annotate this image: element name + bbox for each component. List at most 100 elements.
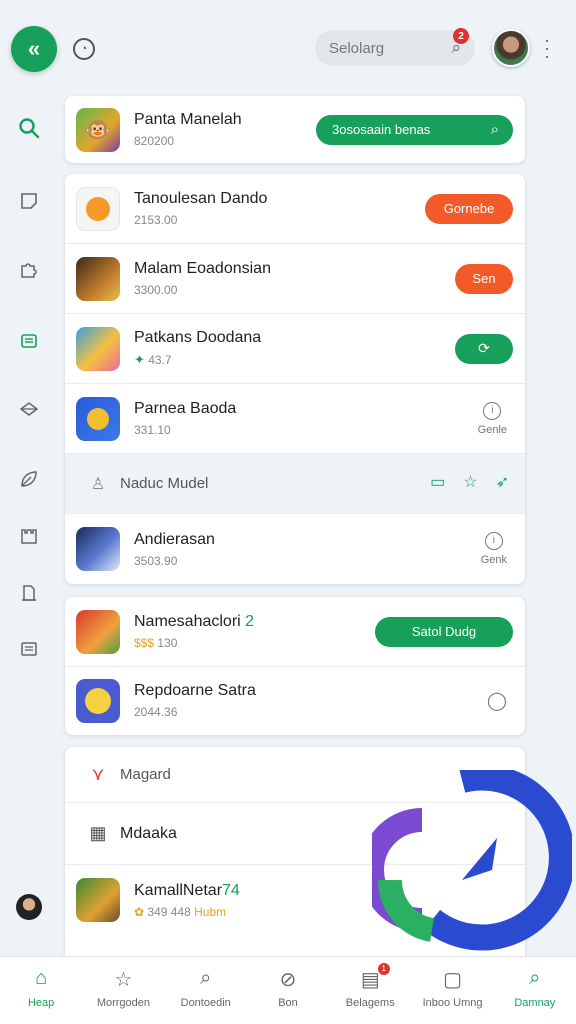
user-avatar[interactable] [492, 29, 530, 67]
app-list-card: Tanoulesan Dando 2153.00 Gornebe Malam E… [65, 174, 525, 584]
chevron-icon: ⋎ [91, 764, 105, 784]
back-button[interactable]: « [11, 26, 57, 72]
app-badge: 74 [222, 881, 240, 899]
install-button[interactable]: Gornebe [425, 193, 513, 224]
app-subtitle: 43.7 [148, 353, 172, 367]
featured-apps-card: Namesahaclori 2 $$$ 130 Satol Dudg Repdo… [65, 597, 525, 735]
app-subtitle: 2153.00 [134, 213, 178, 227]
app-tag: Hubm [194, 904, 227, 919]
nav-inbox[interactable]: ▤ 1 Belagems [329, 957, 411, 1024]
app-badge: 2 [245, 613, 255, 630]
open-button[interactable]: ⟳ [455, 333, 513, 364]
search-icon: ⌕ [200, 967, 212, 989]
folder-icon: ▢ [443, 969, 462, 991]
building-icon: ▦ [89, 823, 107, 843]
info-icon: i [483, 401, 502, 420]
profile-avatar[interactable] [16, 894, 42, 920]
compass-icon: ⊘ [279, 969, 297, 991]
app-name: Patkans Doodana [134, 329, 262, 346]
send-icon[interactable]: ➶ [496, 472, 509, 492]
search-bar[interactable]: Selolarg ⌕ 2 [315, 28, 475, 66]
app-icon [76, 609, 120, 654]
app-name: Repdoarne Satra [134, 682, 256, 699]
nav-games[interactable]: ☆ Morrgoden [82, 957, 164, 1024]
left-rail [0, 96, 60, 956]
search-apps-button[interactable]: 3ososaain benas ⌕ [316, 114, 513, 145]
row-label: Magard [120, 766, 171, 783]
list-icon[interactable] [17, 637, 41, 661]
search-icon[interactable] [17, 116, 41, 140]
nav-label: Dontoedin [180, 997, 231, 1009]
nav-label: Heap [27, 997, 55, 1009]
shopping-bag-icon[interactable] [17, 328, 41, 352]
install-button[interactable]: Satol Dudg [375, 616, 513, 647]
home-icon: ⌂ [35, 967, 48, 989]
search-icon: ⌕ [529, 967, 541, 989]
list-item[interactable]: Malam Eoadonsian 3300.00 Sen [65, 244, 525, 314]
search-icon[interactable]: ⌕ 2 [451, 28, 469, 58]
list-item[interactable]: Parnea Baoda 331.10 i Genle [65, 384, 525, 454]
open-icon: ⟳ [478, 340, 490, 356]
list-item[interactable]: Tanoulesan Dando 2153.00 Gornebe [65, 174, 525, 244]
inbox-icon: ▤ 1 [361, 963, 390, 993]
nav-label: Bon [278, 997, 298, 1009]
nav-label: Damnay [514, 997, 556, 1009]
app-icon [76, 678, 120, 723]
app-name: KamallNetar [134, 881, 223, 899]
chat-bubble-icon: ◔ [80, 43, 88, 55]
nav-discover[interactable]: ⌕ Damnay [494, 957, 576, 1024]
brand-logo-art [372, 770, 572, 951]
nav-label: Inboo Umng [422, 997, 483, 1009]
puzzle-icon[interactable] [17, 258, 41, 282]
app-icon [76, 878, 120, 922]
app-subtitle: 331.10 [134, 423, 171, 437]
app-icon [76, 256, 120, 301]
monitor-icon[interactable]: ▭ [430, 472, 445, 492]
bottom-nav: ⌂ Heap ☆ Morrgoden ⌕ Dontoedin ⊘ Bon ▤ 1 … [0, 956, 576, 1024]
info-action[interactable]: i Genk [481, 532, 507, 566]
app-icon: 🐵 [76, 107, 120, 152]
get-button[interactable]: Sen [455, 263, 513, 294]
nav-home[interactable]: ⌂ Heap [0, 957, 82, 1024]
row-label: Mdaaka [120, 824, 177, 842]
app-subtitle: 3503.90 [134, 553, 178, 568]
chat-button[interactable]: ◔ [73, 38, 95, 60]
app-subtitle: 130 [157, 636, 178, 650]
app-title: Namesahaclori 2 [134, 613, 254, 631]
more-options-icon[interactable]: · · · [544, 31, 550, 65]
nav-library[interactable]: ▢ Inboo Umng [411, 957, 493, 1024]
search-icon: ⌕ [490, 121, 499, 138]
nav-label: Belagems [345, 997, 395, 1009]
app-name: Namesahaclori [134, 613, 241, 630]
info-action-label: Genk [480, 554, 507, 566]
list-item[interactable]: Namesahaclori 2 $$$ 130 Satol Dudg [65, 597, 525, 667]
nav-search[interactable]: ⌕ Dontoedin [165, 957, 247, 1024]
nav-label: Morrgoden [96, 997, 151, 1009]
info-icon: i [484, 532, 503, 550]
note-icon[interactable] [17, 189, 41, 213]
star-icon[interactable]: ☆ [463, 472, 477, 492]
coins-icon: ✿ [134, 904, 145, 919]
list-item[interactable]: 🐵 Panta Manelah 820200 3ososaain benas ⌕ [65, 96, 525, 163]
diamond-icon[interactable] [17, 397, 41, 421]
app-icon [76, 396, 120, 441]
featured-card: 🐵 Panta Manelah 820200 3ososaain benas ⌕ [65, 96, 525, 163]
list-item[interactable]: Patkans Doodana ✦ 43.7 ⟳ [65, 314, 525, 384]
subheader-label: Naduc Mudel [120, 475, 209, 492]
app-meta: ✿ 349 448 Hubm [134, 905, 240, 919]
top-bar: « ◔ Selolarg ⌕ 2 · · · [0, 0, 576, 96]
nav-explore[interactable]: ⊘ Bon [247, 957, 329, 1024]
castle-icon[interactable] [17, 524, 41, 548]
info-action[interactable]: i Genle [477, 401, 507, 436]
search-input[interactable]: Selolarg [329, 40, 384, 57]
app-rating: ✦ 43.7 [134, 352, 261, 368]
app-icon [76, 186, 120, 231]
app-subtitle: 2044.36 [134, 705, 178, 719]
app-name: Malam Eoadonsian [134, 260, 271, 277]
list-item[interactable]: Andierasan 3503.90 i Genk [65, 514, 525, 584]
list-item[interactable]: Repdoarne Satra 2044.36 ◯ [65, 667, 525, 734]
comment-icon[interactable]: ◯ [487, 690, 507, 711]
info-action-label: Genle [477, 423, 507, 436]
leaf-icon[interactable] [17, 467, 41, 491]
document-icon[interactable] [17, 581, 41, 605]
